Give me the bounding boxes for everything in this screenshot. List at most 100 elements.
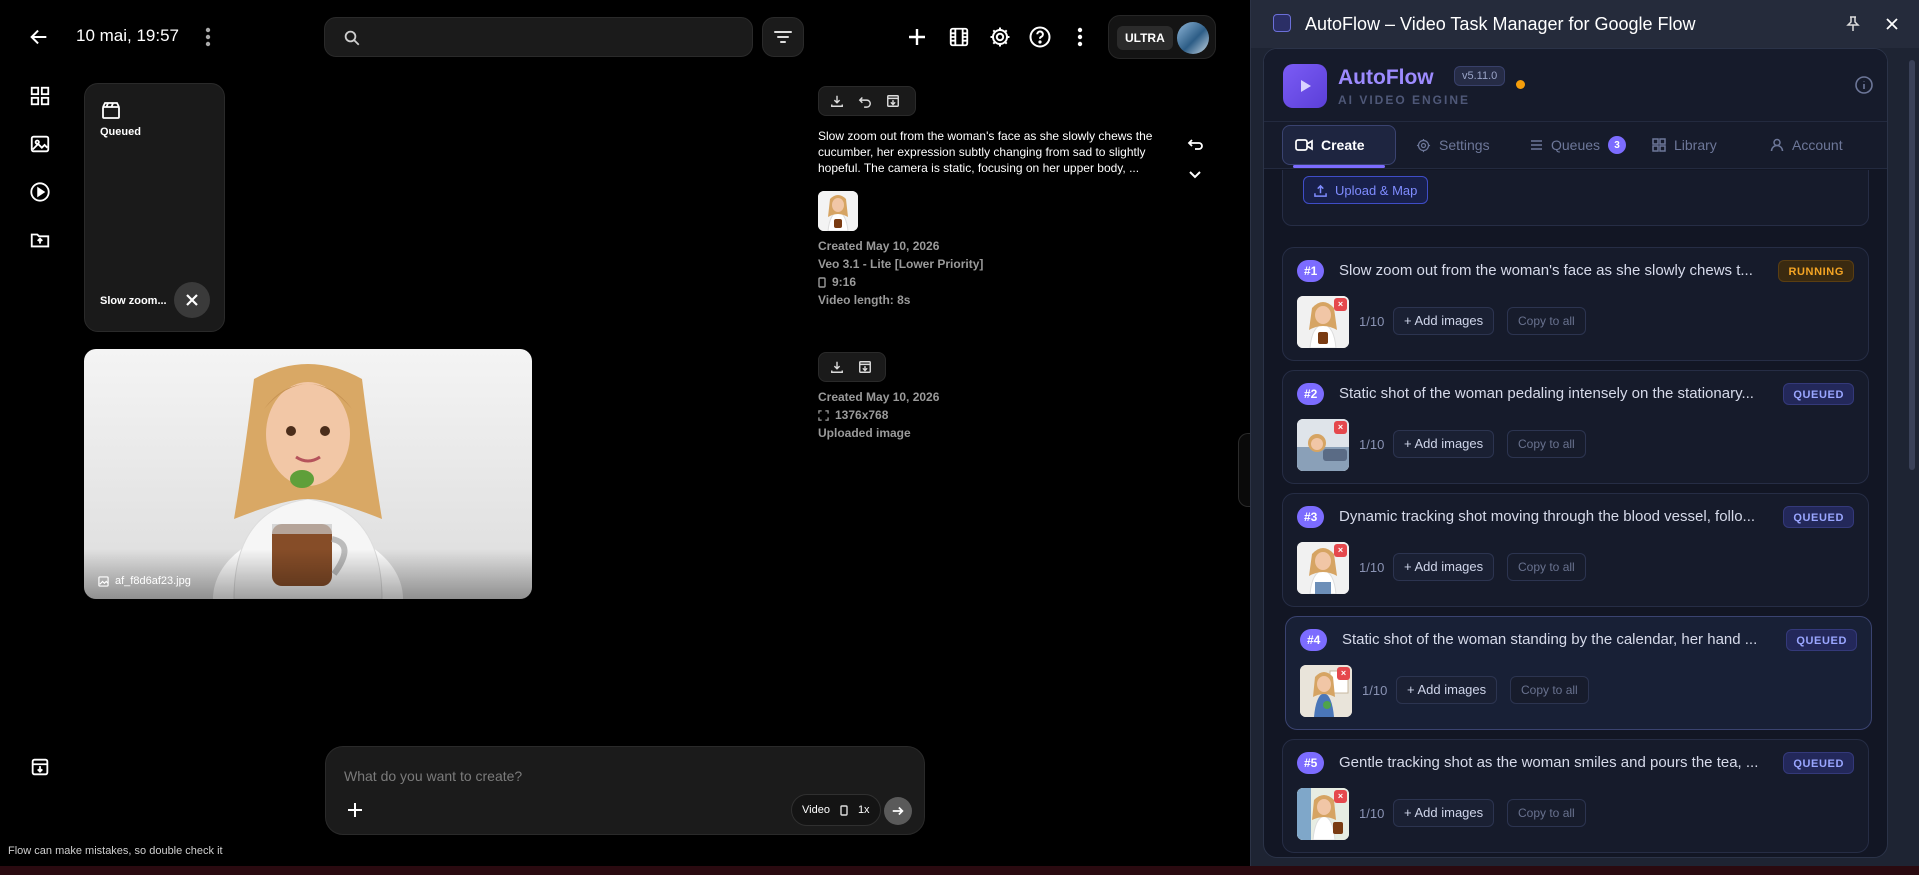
create-scroll-area[interactable]: Upload & Map #1 Slow zoom out from the w… [1264, 170, 1887, 857]
fullscreen-icon [818, 409, 829, 421]
add-to-scene-icon[interactable] [853, 355, 877, 379]
queue-thumbnail[interactable]: × [1300, 665, 1352, 717]
upload-icon [1314, 184, 1327, 197]
remove-image-icon[interactable]: × [1334, 421, 1347, 434]
close-icon[interactable] [1882, 14, 1902, 34]
chevron-down-icon[interactable] [1186, 166, 1204, 184]
add-images-button[interactable]: + Add images [1393, 307, 1495, 335]
undo-icon[interactable] [853, 89, 877, 113]
remove-image-icon[interactable]: × [1334, 298, 1347, 311]
add-images-button[interactable]: + Add images [1393, 553, 1495, 581]
download-icon[interactable] [825, 355, 849, 379]
image-count: 1/10 [1362, 683, 1388, 698]
reference-thumbnail[interactable] [818, 191, 858, 231]
mode-selector[interactable]: Video 1x [791, 794, 881, 826]
gear-icon [1416, 138, 1431, 153]
image-filename: af_f8d6af23.jpg [115, 575, 191, 587]
pin-icon[interactable] [1843, 14, 1863, 34]
queue-thumbnail[interactable]: × [1297, 296, 1349, 348]
queue-item[interactable]: #5 Gentle tracking shot as the woman smi… [1282, 739, 1869, 853]
add-icon[interactable] [342, 797, 368, 823]
disclaimer: Flow can make mistakes, so double check … [8, 845, 223, 857]
folder-upload-icon[interactable] [26, 226, 54, 254]
film-icon[interactable] [944, 22, 974, 52]
video-meta: Created May 10, 2026 Veo 3.1 - Lite [Low… [818, 237, 983, 309]
image-count: 1/10 [1359, 806, 1385, 821]
tab-queues[interactable]: Queues 3 [1518, 125, 1638, 165]
video-length: Video length: 8s [818, 293, 911, 307]
brand-name: AutoFlow [1338, 66, 1434, 89]
tab-bar: Create Settings Queues 3 Library Account [1264, 121, 1887, 169]
queue-thumbnail[interactable]: × [1297, 788, 1349, 840]
copy-to-all-button[interactable]: Copy to all [1510, 676, 1589, 704]
status-badge: QUEUED [1783, 383, 1854, 405]
play-circle-icon[interactable] [26, 178, 54, 206]
extension-header: AutoFlow v5.11.0 AI VIDEO ENGINE Create … [1264, 49, 1887, 169]
uploaded-image-card[interactable]: af_f8d6af23.jpg [84, 349, 532, 599]
image-icon[interactable] [26, 130, 54, 158]
add-images-button[interactable]: + Add images [1393, 799, 1495, 827]
user-icon [1770, 138, 1784, 152]
prompt-composer[interactable]: What do you want to create? Video 1x [325, 746, 925, 835]
more-vertical-icon[interactable] [198, 22, 218, 52]
download-icon[interactable] [825, 89, 849, 113]
queue-item[interactable]: #1 Slow zoom out from the woman's face a… [1282, 247, 1869, 361]
more-vertical-icon[interactable] [1065, 22, 1095, 52]
tab-create[interactable]: Create [1282, 125, 1396, 168]
image-meta: Created May 10, 2026 1376x768 Uploaded i… [818, 388, 939, 442]
multiplier-label: 1x [857, 804, 870, 816]
clapperboard-icon [100, 100, 122, 120]
add-to-scene-icon[interactable] [881, 89, 905, 113]
help-icon[interactable] [1025, 22, 1055, 52]
archive-icon[interactable] [27, 754, 53, 780]
prompt-input[interactable]: What do you want to create? [344, 768, 522, 784]
upload-section: Upload & Map [1282, 170, 1869, 226]
close-icon[interactable] [174, 282, 210, 318]
video-actions-toolbar [818, 86, 916, 116]
tab-settings[interactable]: Settings [1404, 125, 1502, 165]
queued-generation-card[interactable]: Queued Slow zoom... [84, 83, 225, 332]
upload-map-button[interactable]: Upload & Map [1303, 176, 1429, 204]
queue-thumbnail[interactable]: × [1297, 542, 1349, 594]
version-badge: v5.11.0 [1454, 66, 1506, 86]
queued-status: Queued [100, 126, 141, 138]
tab-label: Library [1674, 137, 1717, 153]
account-box[interactable]: ULTRA [1108, 15, 1216, 59]
panel-resize-handle[interactable] [1238, 433, 1250, 507]
tab-library[interactable]: Library [1640, 125, 1729, 165]
status-badge: QUEUED [1786, 629, 1857, 651]
queue-item[interactable]: #4 Static shot of the woman standing by … [1285, 616, 1872, 730]
video-camera-icon [1295, 138, 1313, 152]
tab-account[interactable]: Account [1758, 125, 1855, 165]
add-images-button[interactable]: + Add images [1396, 676, 1498, 704]
dashboard-icon[interactable] [26, 82, 54, 110]
gear-icon[interactable] [985, 22, 1015, 52]
remove-image-icon[interactable]: × [1334, 790, 1347, 803]
send-button[interactable] [884, 797, 912, 825]
filter-button[interactable] [762, 17, 804, 57]
queue-item[interactable]: #2 Static shot of the woman pedaling int… [1282, 370, 1869, 484]
queue-item[interactable]: #3 Dynamic tracking shot moving through … [1282, 493, 1869, 607]
video-aspect: 9:16 [832, 275, 857, 289]
remove-image-icon[interactable]: × [1337, 667, 1350, 680]
copy-to-all-button[interactable]: Copy to all [1507, 799, 1586, 827]
image-created: Created May 10, 2026 [818, 390, 940, 404]
reuse-prompt-icon[interactable] [1186, 135, 1204, 153]
status-badge: RUNNING [1778, 260, 1854, 282]
queue-number: #2 [1297, 383, 1325, 405]
add-icon[interactable] [902, 22, 932, 52]
search-input[interactable] [324, 17, 753, 57]
tab-label: Queues [1551, 137, 1601, 153]
copy-to-all-button[interactable]: Copy to all [1507, 430, 1586, 458]
add-images-button[interactable]: + Add images [1393, 430, 1495, 458]
info-icon[interactable] [1853, 74, 1875, 96]
avatar[interactable] [1177, 22, 1209, 54]
queue-thumbnail[interactable]: × [1297, 419, 1349, 471]
copy-to-all-button[interactable]: Copy to all [1507, 307, 1586, 335]
tab-label: Account [1792, 137, 1843, 153]
panel-scrollbar[interactable] [1909, 60, 1915, 470]
image-count: 1/10 [1359, 560, 1385, 575]
copy-to-all-button[interactable]: Copy to all [1507, 553, 1586, 581]
remove-image-icon[interactable]: × [1334, 544, 1347, 557]
back-arrow-icon[interactable] [24, 22, 54, 52]
